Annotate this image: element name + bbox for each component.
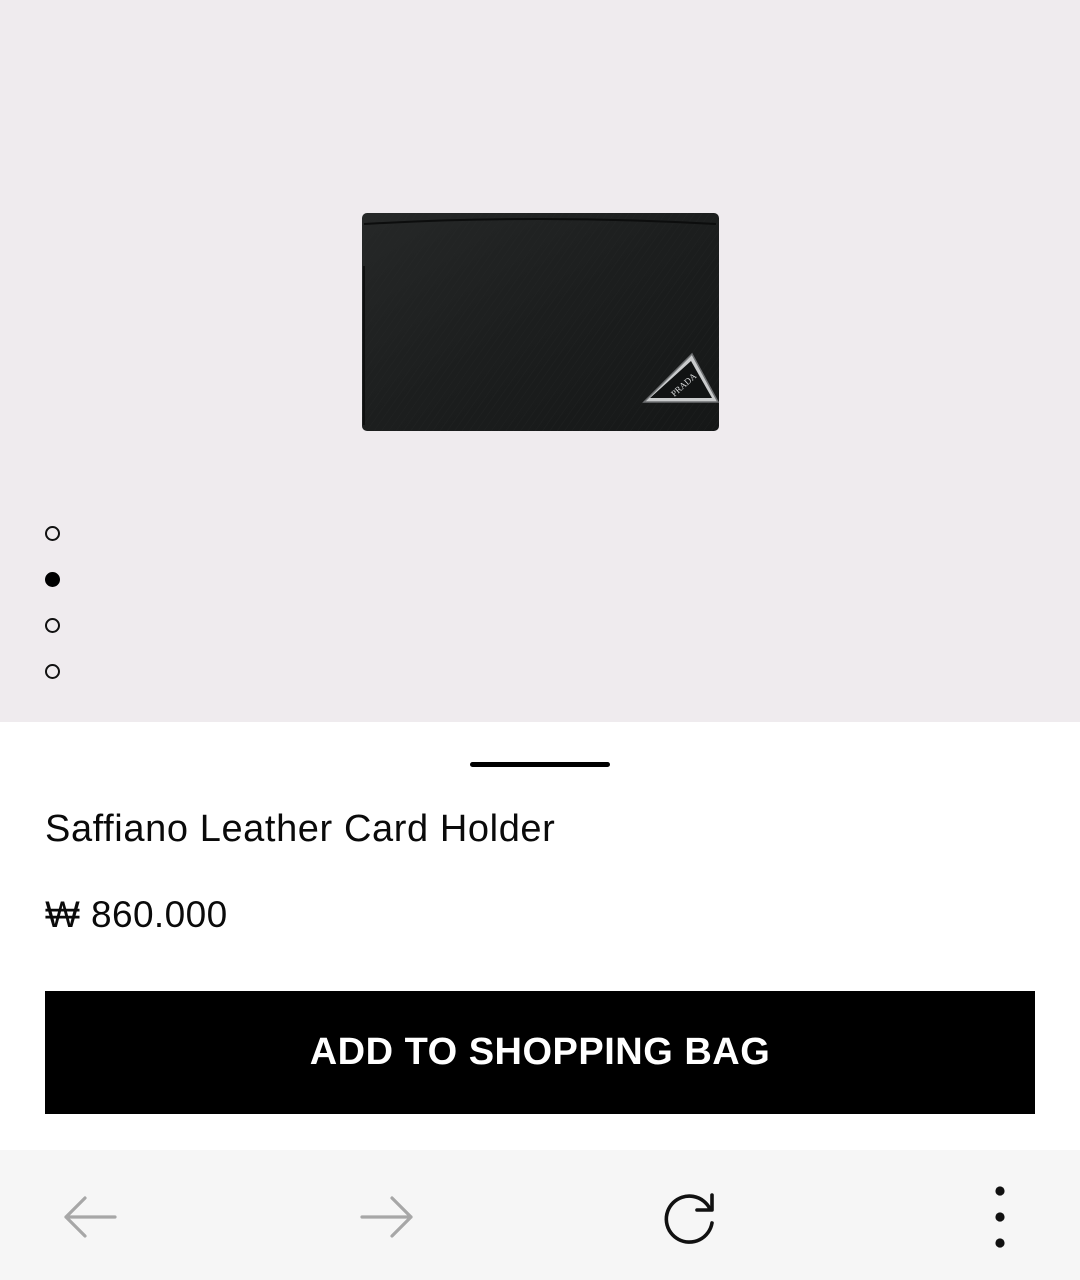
gallery-dot-1[interactable] xyxy=(45,526,60,541)
product-details-sheet: Saffiano Leather Card Holder ₩ 860.000 A… xyxy=(0,722,1080,1150)
back-button[interactable] xyxy=(54,1182,124,1252)
gallery-dot-3[interactable] xyxy=(45,618,60,633)
gallery-pagination xyxy=(45,526,61,710)
more-vertical-icon xyxy=(995,1186,1005,1248)
product-image: PRADA xyxy=(362,213,720,431)
product-gallery[interactable]: PRADA xyxy=(0,0,1080,722)
forward-button[interactable] xyxy=(353,1182,423,1252)
back-arrow-icon xyxy=(64,1196,117,1238)
more-options-button[interactable] xyxy=(965,1182,1035,1252)
product-title: Saffiano Leather Card Holder xyxy=(45,808,556,850)
forward-arrow-icon xyxy=(360,1196,413,1238)
reload-icon xyxy=(664,1193,714,1244)
add-to-shopping-bag-button[interactable]: ADD TO SHOPPING BAG xyxy=(45,991,1035,1114)
sheet-drag-handle[interactable] xyxy=(470,762,610,767)
gallery-dot-2-active[interactable] xyxy=(45,572,60,587)
reload-button[interactable] xyxy=(655,1182,725,1252)
product-price: ₩ 860.000 xyxy=(45,894,228,935)
browser-toolbar xyxy=(0,1150,1080,1280)
gallery-dot-4[interactable] xyxy=(45,664,60,679)
